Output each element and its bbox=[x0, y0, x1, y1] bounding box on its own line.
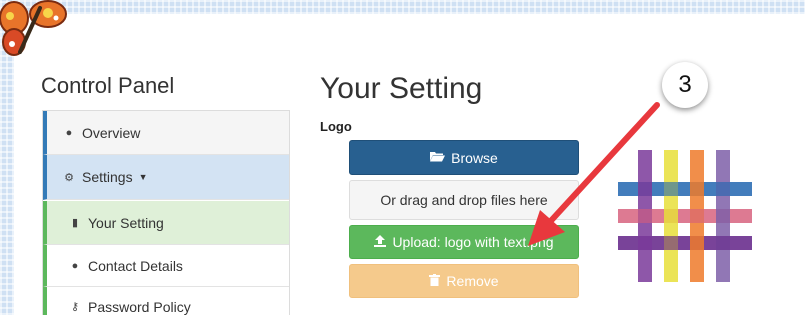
caret-down-icon: ▼ bbox=[138, 172, 148, 182]
speech-bubble-icon: ● bbox=[71, 259, 79, 272]
drop-zone-text: Or drag and drop files here bbox=[380, 192, 548, 208]
step-number-badge: 3 bbox=[662, 62, 708, 108]
sidebar-item-overview[interactable]: ● Overview bbox=[43, 111, 289, 155]
sidebar-item-contact-details[interactable]: ● Contact Details bbox=[43, 245, 289, 287]
sidebar-item-label: Your Setting bbox=[88, 214, 164, 231]
file-drop-zone[interactable]: Or drag and drop files here bbox=[349, 180, 579, 220]
logo-preview-image bbox=[618, 150, 752, 282]
gear-icon: ⚙ bbox=[64, 171, 74, 184]
remove-button[interactable]: Remove bbox=[349, 264, 579, 298]
upload-button[interactable]: Upload: logo with text.png bbox=[349, 225, 579, 259]
trash-icon bbox=[429, 273, 441, 289]
sidebar-item-your-setting[interactable]: ▮ Your Setting bbox=[43, 201, 289, 245]
sidebar-item-label: Overview bbox=[82, 124, 141, 141]
file-icon: ▮ bbox=[71, 217, 79, 229]
butterfly-decoration-icon bbox=[0, 0, 67, 56]
page-title: Your Setting bbox=[320, 72, 483, 105]
browse-button-label: Browse bbox=[451, 149, 498, 166]
sidebar-item-password-policy[interactable]: ⚷ Password Policy bbox=[43, 287, 289, 315]
info-circle-icon: ● bbox=[65, 126, 73, 139]
page-border-top bbox=[0, 0, 805, 14]
sidebar-item-label: Password Policy bbox=[88, 298, 191, 315]
control-panel-title: Control Panel bbox=[41, 73, 175, 98]
sidebar-nav: ● Overview ⚙ Settings ▼ ▮ Your Setting ●… bbox=[42, 110, 290, 315]
logo-label: Logo bbox=[320, 119, 352, 134]
sidebar-item-label: Contact Details bbox=[88, 257, 183, 274]
sidebar-item-settings[interactable]: ⚙ Settings ▼ bbox=[43, 155, 289, 200]
upload-icon bbox=[374, 234, 387, 250]
folder-open-icon bbox=[430, 151, 446, 165]
key-icon: ⚷ bbox=[70, 301, 80, 313]
remove-button-label: Remove bbox=[446, 273, 499, 289]
browse-button[interactable]: Browse bbox=[349, 140, 579, 175]
sidebar-item-label: Settings bbox=[82, 169, 133, 185]
upload-button-label: Upload: logo with text.png bbox=[392, 234, 554, 250]
